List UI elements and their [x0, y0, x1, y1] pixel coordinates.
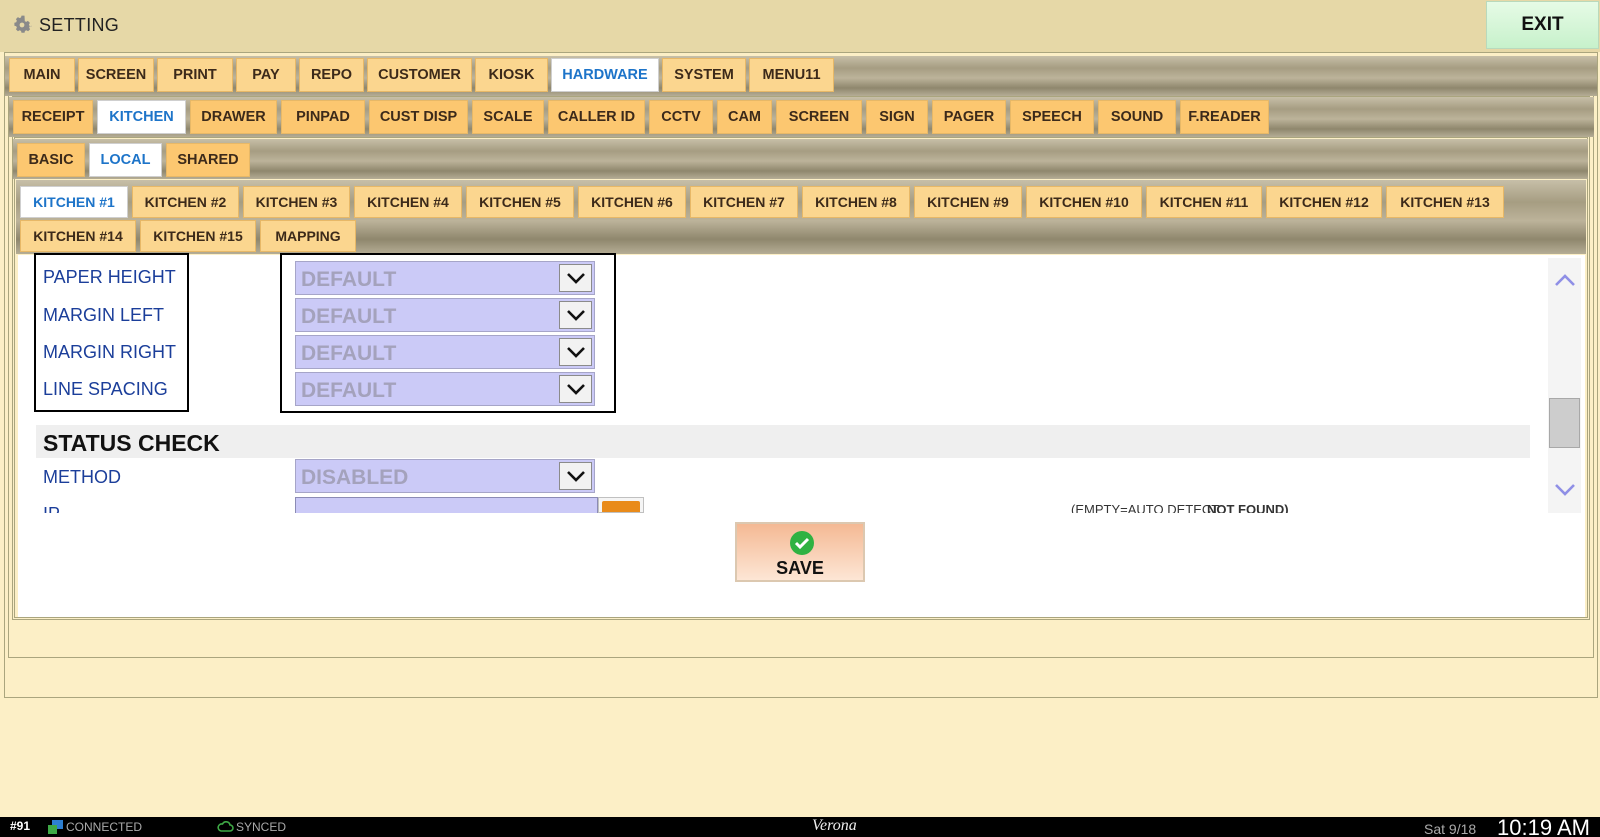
tab-caller-id[interactable]: CALLER ID — [548, 100, 645, 134]
tab-repo[interactable]: REPO — [299, 58, 364, 92]
margin-left-select[interactable]: DEFAULT — [295, 298, 595, 332]
tab-shared[interactable]: SHARED — [166, 143, 250, 177]
scroll-up-icon[interactable] — [1554, 272, 1576, 288]
tab-screen[interactable]: SCREEN — [78, 58, 154, 92]
tab-kitchen-9[interactable]: KITCHEN #9 — [914, 186, 1022, 218]
tab-drawer[interactable]: DRAWER — [190, 100, 277, 134]
tab-kiosk[interactable]: KIOSK — [475, 58, 548, 92]
paper-height-value: DEFAULT — [301, 268, 397, 291]
status-date: Sat 9/18 — [1424, 821, 1477, 837]
scroll-down-icon[interactable] — [1554, 482, 1576, 498]
method-value: DISABLED — [301, 466, 409, 489]
tab-receipt[interactable]: RECEIPT — [13, 100, 93, 134]
tab-customer[interactable]: CUSTOMER — [367, 58, 472, 92]
margin-right-select[interactable]: DEFAULT — [295, 335, 595, 369]
tab-kitchen-5[interactable]: KITCHEN #5 — [466, 186, 574, 218]
tab-kitchen-2[interactable]: KITCHEN #2 — [132, 186, 239, 218]
tab-kitchen-12[interactable]: KITCHEN #12 — [1266, 186, 1382, 218]
margin-left-label: MARGIN LEFT — [43, 305, 165, 325]
tab-kitchen-15[interactable]: KITCHEN #15 — [140, 220, 256, 252]
tab-kitchen-6[interactable]: KITCHEN #6 — [578, 186, 686, 218]
tab-print[interactable]: PRINT — [157, 58, 233, 92]
chevron-down-icon[interactable] — [559, 462, 592, 490]
tab-pay[interactable]: PAY — [236, 58, 296, 92]
tab-scale[interactable]: SCALE — [472, 100, 544, 134]
save-button[interactable]: SAVE — [735, 522, 865, 582]
tab-kitchen-13[interactable]: KITCHEN #13 — [1386, 186, 1504, 218]
keyboard-icon[interactable] — [598, 497, 644, 513]
tab-kitchen-7[interactable]: KITCHEN #7 — [690, 186, 798, 218]
app-title: SETTING — [39, 15, 120, 35]
connection-status: CONNECTED — [66, 820, 143, 834]
tab-basic[interactable]: BASIC — [17, 143, 85, 177]
chevron-down-icon[interactable] — [559, 264, 592, 292]
save-label: SAVE — [776, 558, 824, 578]
checkmark-icon — [790, 531, 814, 555]
tab-f-reader[interactable]: F.READER — [1180, 100, 1269, 134]
tab-kitchen-8[interactable]: KITCHEN #8 — [802, 186, 910, 218]
status-bar: #91 CONNECTED SYNCED Verona Sat 9/18 10:… — [0, 815, 1600, 837]
tab-kitchen-1[interactable]: KITCHEN #1 — [20, 186, 128, 218]
paper-height-select[interactable]: DEFAULT — [295, 261, 595, 295]
method-select[interactable]: DISABLED — [295, 459, 595, 493]
margin-right-value: DEFAULT — [301, 342, 397, 365]
chevron-down-icon[interactable] — [559, 301, 592, 329]
tab-kitchen-11[interactable]: KITCHEN #11 — [1146, 186, 1262, 218]
line-spacing-value: DEFAULT — [301, 379, 397, 402]
chevron-down-icon[interactable] — [559, 375, 592, 403]
tab-kitchen-10[interactable]: KITCHEN #10 — [1026, 186, 1142, 218]
tab-hw-screen[interactable]: SCREEN — [776, 100, 862, 134]
margin-left-value: DEFAULT — [301, 305, 397, 328]
title-bar: SETTING EXIT — [0, 0, 1600, 52]
tab-kitchen-14[interactable]: KITCHEN #14 — [20, 220, 136, 252]
tab-speech[interactable]: SPEECH — [1010, 100, 1094, 134]
tab-pager[interactable]: PAGER — [932, 100, 1006, 134]
vertical-scrollbar[interactable] — [1548, 258, 1581, 513]
scrollbar-thumb[interactable] — [1549, 398, 1580, 448]
tab-system[interactable]: SYSTEM — [662, 58, 746, 92]
network-icon — [48, 820, 63, 834]
line-spacing-label: LINE SPACING — [43, 379, 168, 399]
sync-status: SYNCED — [236, 820, 287, 834]
status-check-header: STATUS CHECK — [36, 425, 1530, 458]
tab-local[interactable]: LOCAL — [89, 143, 162, 177]
station-number: #91 — [10, 819, 31, 833]
tab-hardware[interactable]: HARDWARE — [551, 58, 659, 92]
tab-kitchen-3[interactable]: KITCHEN #3 — [243, 186, 350, 218]
margin-right-label: MARGIN RIGHT — [43, 342, 176, 362]
method-label: METHOD — [43, 467, 121, 487]
settings-gear-icon — [14, 15, 32, 33]
status-time: 10:19 AM — [1497, 815, 1590, 837]
tab-pinpad[interactable]: PINPAD — [281, 100, 365, 134]
tab-menu11[interactable]: MENU11 — [749, 58, 834, 92]
chevron-down-icon[interactable] — [559, 338, 592, 366]
tab-cam[interactable]: CAM — [717, 100, 772, 134]
tab-main[interactable]: MAIN — [9, 58, 75, 92]
ip-hint: (EMPTY=AUTO DETECT — [1071, 502, 1220, 513]
venue-name: Verona — [812, 817, 857, 834]
ip-detect-status: NOT FOUND) — [1207, 502, 1289, 513]
ip-label: IP — [43, 504, 60, 513]
tab-kitchen-4[interactable]: KITCHEN #4 — [354, 186, 462, 218]
status-check-title: STATUS CHECK — [43, 430, 220, 456]
ip-input[interactable] — [295, 497, 598, 513]
paper-height-label: PAPER HEIGHT — [43, 267, 176, 287]
cloud-icon — [217, 821, 234, 832]
tab-kitchen[interactable]: KITCHEN — [97, 100, 186, 134]
exit-button[interactable]: EXIT — [1486, 1, 1599, 49]
tab-mapping[interactable]: MAPPING — [260, 220, 356, 252]
tab-cctv[interactable]: CCTV — [649, 100, 713, 134]
tab-sound[interactable]: SOUND — [1098, 100, 1176, 134]
tab-cust-disp[interactable]: CUST DISP — [369, 100, 468, 134]
tab-sign[interactable]: SIGN — [866, 100, 928, 134]
line-spacing-select[interactable]: DEFAULT — [295, 372, 595, 406]
